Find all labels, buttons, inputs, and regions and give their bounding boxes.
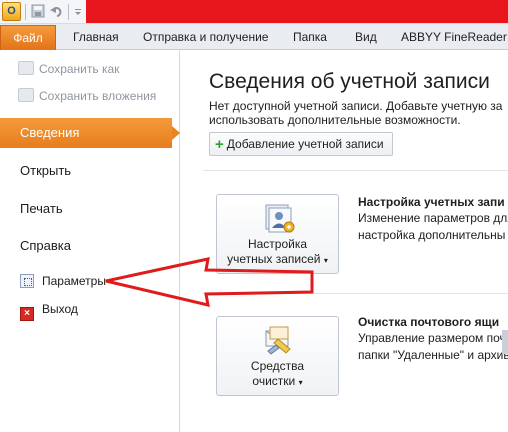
highlight-bar bbox=[86, 0, 508, 23]
nav-print[interactable]: Печать bbox=[20, 198, 63, 220]
tab-file[interactable]: Файл bbox=[0, 25, 56, 50]
ribbon-tabs: Файл Главная Отправка и получение Папка … bbox=[0, 24, 508, 50]
nav-options[interactable]: Параметры bbox=[20, 271, 106, 291]
page-title: Сведения об учетной записи bbox=[209, 70, 490, 93]
save-as-label: Сохранить как bbox=[39, 62, 120, 76]
quick-access-toolbar: O bbox=[0, 0, 508, 24]
add-account-label: Добавление учетной записи bbox=[226, 137, 384, 151]
options-icon bbox=[20, 274, 34, 288]
cleanup-title: Очистка почтового ящи bbox=[358, 315, 500, 329]
account-description-line: Нет доступной учетной записи. Добавьте у… bbox=[209, 99, 503, 113]
nav-help[interactable]: Справка bbox=[20, 235, 71, 257]
account-description-line: использовать дополнительные возможности. bbox=[209, 113, 461, 127]
account-settings-desc-line: настройка дополнительны bbox=[358, 228, 506, 242]
save-as-command[interactable]: Сохранить как bbox=[18, 60, 119, 78]
account-description: Нет доступной учетной записи. Добавьте у… bbox=[209, 99, 508, 127]
add-account-button[interactable]: + Добавление учетной записи bbox=[209, 132, 393, 156]
cleanup-tools-label-text: очистки bbox=[252, 374, 296, 388]
save-attachments-label: Сохранить вложения bbox=[39, 89, 157, 103]
plus-icon: + bbox=[215, 136, 224, 153]
account-settings-title: Настройка учетных запи bbox=[358, 195, 505, 209]
toolbar-separator bbox=[25, 4, 26, 20]
cleanup-desc-line: Управление размером почто bbox=[358, 331, 508, 345]
cleanup-tools-icon bbox=[265, 326, 291, 355]
account-settings-desc: Изменение параметров для настройка допол… bbox=[358, 210, 508, 244]
cleanup-tools-label-2: очистки ▾ bbox=[217, 374, 338, 390]
account-settings-icon bbox=[265, 204, 294, 233]
options-label: Параметры bbox=[42, 274, 106, 288]
tab-folder[interactable]: Папка bbox=[293, 25, 327, 49]
cleanup-tools-button[interactable]: Средства очистки ▾ bbox=[216, 316, 339, 396]
scrollbar-thumb[interactable] bbox=[502, 330, 508, 354]
exit-icon: × bbox=[20, 307, 34, 321]
undo-icon[interactable] bbox=[49, 4, 65, 20]
toolbar-separator bbox=[68, 4, 69, 20]
save-icon[interactable] bbox=[30, 4, 46, 20]
nav-open[interactable]: Открыть bbox=[20, 160, 71, 182]
save-as-icon bbox=[18, 61, 34, 75]
customize-toolbar-icon[interactable] bbox=[70, 4, 86, 20]
account-settings-label: Настройка bbox=[247, 237, 308, 251]
account-settings-desc-line: Изменение параметров для bbox=[358, 211, 508, 225]
account-info-panel: Сведения об учетной записи Нет доступной… bbox=[181, 50, 508, 432]
tab-view[interactable]: Вид bbox=[355, 25, 377, 49]
tab-home[interactable]: Главная bbox=[73, 25, 119, 49]
save-attachments-icon bbox=[18, 88, 34, 102]
tab-abbyy[interactable]: ABBYY FineReader 12 bbox=[401, 25, 508, 49]
nav-info[interactable]: Сведения bbox=[0, 118, 180, 148]
chevron-down-icon: ▾ bbox=[298, 378, 303, 387]
annotation-arrow bbox=[105, 257, 314, 307]
save-attachments-command[interactable]: Сохранить вложения bbox=[18, 87, 156, 105]
exit-label: Выход bbox=[42, 302, 78, 316]
cleanup-desc: Управление размером почто папки "Удаленн… bbox=[358, 330, 508, 364]
nav-exit[interactable]: × Выход bbox=[20, 299, 78, 321]
cleanup-tools-label: Средства bbox=[250, 359, 305, 373]
tab-send-receive[interactable]: Отправка и получение bbox=[143, 25, 268, 49]
backstage-nav: Сохранить как Сохранить вложения Сведени… bbox=[0, 50, 180, 432]
outlook-app-icon[interactable]: O bbox=[2, 2, 21, 21]
section-divider bbox=[203, 170, 508, 171]
cleanup-desc-line: папки "Удаленные" и архив bbox=[358, 348, 508, 362]
chevron-down-icon: ▾ bbox=[323, 256, 328, 265]
